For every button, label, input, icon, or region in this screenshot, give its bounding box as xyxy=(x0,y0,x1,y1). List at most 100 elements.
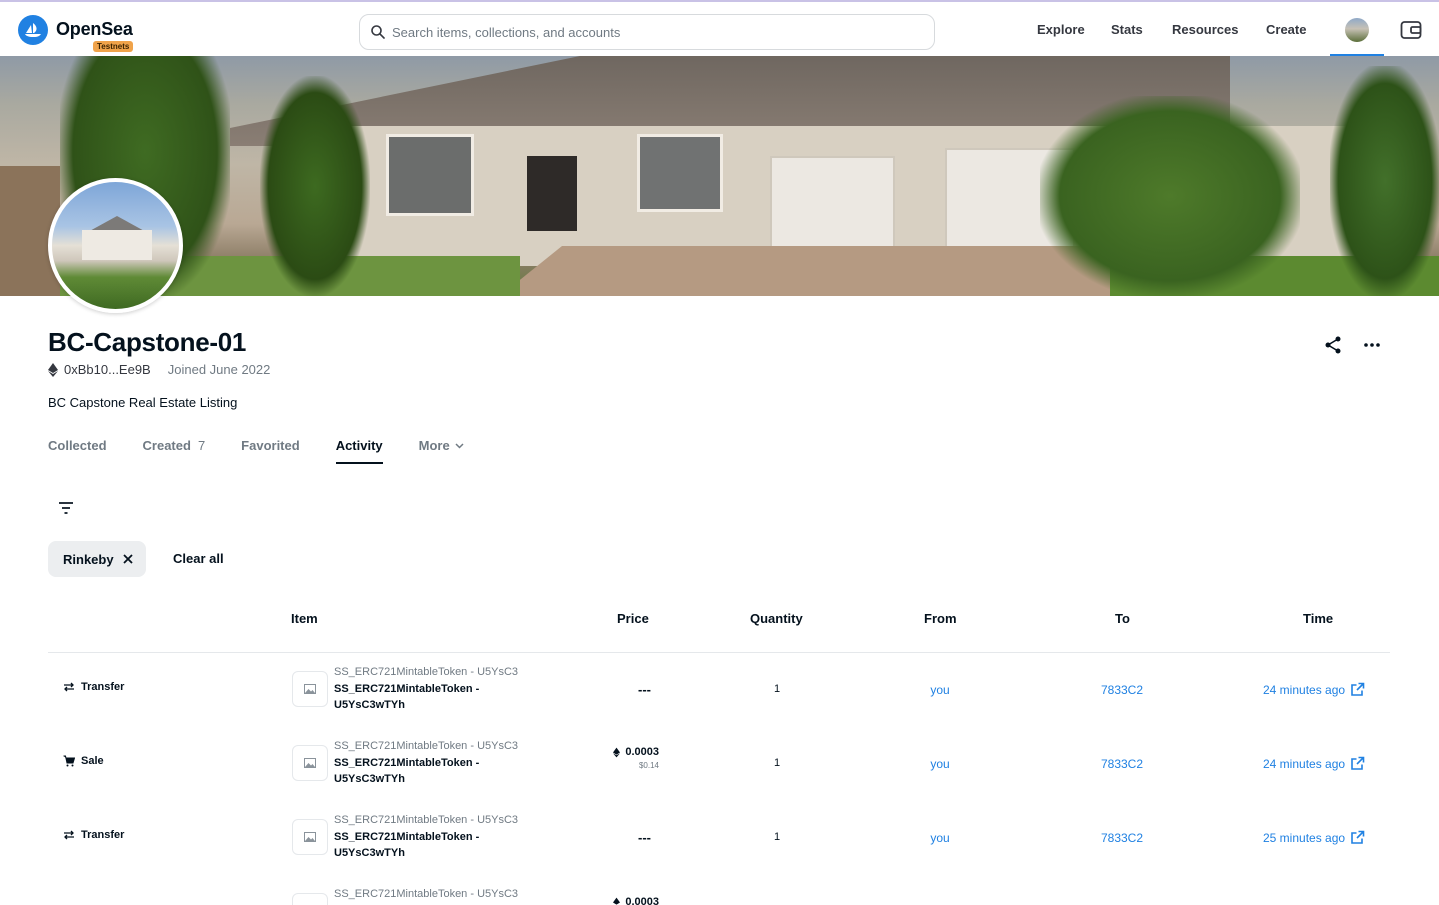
wallet-address[interactable]: 0xBb10...Ee9B xyxy=(64,362,151,377)
tab-label: Collected xyxy=(48,438,107,453)
item-name[interactable]: SS_ERC721MintableToken - U5YsC3wTYh xyxy=(334,755,534,787)
ethereum-icon xyxy=(48,362,58,377)
from-link[interactable]: you xyxy=(920,831,960,845)
tab-count: 7 xyxy=(197,438,206,453)
transfer-icon xyxy=(64,682,74,692)
nav-stats[interactable]: Stats xyxy=(1111,22,1143,37)
image-placeholder-icon xyxy=(304,684,316,694)
table-row: Sale SS_ERC721MintableToken - U5YsC3 SS_… xyxy=(48,727,1390,801)
column-header-item: Item xyxy=(291,611,318,626)
price-eth: 0.0003 xyxy=(606,896,659,905)
joined-date: Joined June 2022 xyxy=(167,362,271,377)
event-type: Transfer xyxy=(63,829,124,841)
item-info[interactable]: SS_ERC721MintableToken - U5YsC3 SS_ERC72… xyxy=(334,666,534,713)
nav-explore[interactable]: Explore xyxy=(1037,22,1085,37)
event-label: Transfer xyxy=(81,829,125,841)
profile-description: BC Capstone Real Estate Listing xyxy=(48,395,238,410)
item-thumbnail[interactable] xyxy=(292,671,328,707)
price-eth-value: 0.0003 xyxy=(625,746,659,758)
transfer-icon xyxy=(64,830,74,840)
clear-all-button[interactable]: Clear all xyxy=(173,551,224,566)
account-avatar[interactable] xyxy=(1345,18,1369,42)
more-options-icon[interactable] xyxy=(1361,334,1383,356)
item-info[interactable]: SS_ERC721MintableToken - U5YsC3 SS_ERC72… xyxy=(334,740,534,787)
search-bar[interactable] xyxy=(359,14,935,50)
price-usd: $0.14 xyxy=(638,761,659,770)
item-thumbnail[interactable] xyxy=(292,745,328,781)
filter-chip-rinkeby[interactable]: Rinkeby xyxy=(48,541,146,577)
column-header-from: From xyxy=(924,611,957,626)
profile-avatar xyxy=(48,178,183,313)
wallet-icon[interactable] xyxy=(1400,20,1422,40)
image-placeholder-icon xyxy=(304,758,316,768)
item-info[interactable]: SS_ERC721MintableToken - U5YsC3 xyxy=(334,888,534,900)
time-label: 24 minutes ago xyxy=(1263,682,1346,697)
testnets-badge: Testnets xyxy=(93,41,134,52)
to-link[interactable]: 7833C2 xyxy=(1098,831,1146,845)
column-header-time: Time xyxy=(1303,611,1334,626)
close-icon[interactable] xyxy=(122,554,133,564)
time-link[interactable]: 24 minutes ago xyxy=(1263,682,1365,697)
tab-label: Favorited xyxy=(241,438,300,453)
tab-label: Activity xyxy=(335,438,383,453)
item-thumbnail[interactable] xyxy=(292,819,328,855)
price-eth-value: 0.0003 xyxy=(625,896,659,905)
tab-activity[interactable]: Activity xyxy=(335,438,383,464)
column-header-price: Price xyxy=(617,611,649,626)
quantity: 1 xyxy=(773,757,781,769)
profile-meta-row: 0xBb10...Ee9B Joined June 2022 xyxy=(48,362,270,377)
quantity: 1 xyxy=(773,683,781,695)
chevron-down-icon xyxy=(455,442,464,449)
search-input[interactable] xyxy=(392,15,922,49)
share-icon[interactable] xyxy=(1322,334,1344,356)
chip-label: Rinkeby xyxy=(63,551,114,567)
item-collection[interactable]: SS_ERC721MintableToken - U5YsC3 xyxy=(334,814,534,826)
filter-icon[interactable] xyxy=(56,499,76,517)
item-collection[interactable]: SS_ERC721MintableToken - U5YsC3 xyxy=(334,666,534,678)
event-label: Sale xyxy=(81,755,104,767)
nav-create[interactable]: Create xyxy=(1266,22,1306,37)
tab-favorited[interactable]: Favorited xyxy=(241,438,300,464)
search-icon xyxy=(371,25,385,39)
event-type: Transfer xyxy=(63,681,124,693)
tab-label: More xyxy=(418,438,450,453)
price-empty: --- xyxy=(638,682,651,697)
opensea-logo-icon[interactable] xyxy=(18,15,48,45)
tab-more[interactable]: More xyxy=(419,438,464,464)
tab-collected[interactable]: Collected xyxy=(48,438,107,464)
table-row: Transfer SS_ERC721MintableToken - U5YsC3… xyxy=(48,801,1390,875)
item-thumbnail[interactable] xyxy=(292,893,328,905)
top-navigation-bar: OpenSea Testnets Explore Stats Resources… xyxy=(0,0,1439,57)
tab-created[interactable]: Created 7 xyxy=(143,438,206,464)
to-link[interactable]: 7833C2 xyxy=(1098,757,1146,771)
table-row: SS_ERC721MintableToken - U5YsC3 0.0003 xyxy=(48,875,1390,905)
item-name[interactable]: SS_ERC721MintableToken - U5YsC3wTYh xyxy=(334,829,534,861)
time-link[interactable]: 24 minutes ago xyxy=(1263,756,1365,771)
item-collection[interactable]: SS_ERC721MintableToken - U5YsC3 xyxy=(334,888,534,900)
time-label: 25 minutes ago xyxy=(1263,830,1346,845)
ethereum-icon xyxy=(613,747,621,757)
external-link-icon xyxy=(1351,682,1365,696)
to-link[interactable]: 7833C2 xyxy=(1098,683,1146,697)
price-eth: 0.0003 xyxy=(606,746,659,758)
profile-tabs: Collected Created 7 Favorited Activity Mo… xyxy=(48,438,500,464)
column-header-quantity: Quantity xyxy=(750,611,803,626)
external-link-icon xyxy=(1351,756,1365,770)
image-placeholder-icon xyxy=(304,832,316,842)
ethereum-icon xyxy=(613,897,621,905)
event-label: Transfer xyxy=(81,681,125,693)
profile-name: BC-Capstone-01 xyxy=(48,327,247,357)
time-link[interactable]: 25 minutes ago xyxy=(1263,830,1365,845)
price-empty: --- xyxy=(638,830,651,845)
brand-name[interactable]: OpenSea xyxy=(56,19,133,40)
nav-resources[interactable]: Resources xyxy=(1172,22,1238,37)
table-row: Transfer SS_ERC721MintableToken - U5YsC3… xyxy=(48,653,1390,727)
profile-banner-image xyxy=(0,56,1439,296)
tab-label: Created xyxy=(142,438,191,453)
item-name[interactable]: SS_ERC721MintableToken - U5YsC3wTYh xyxy=(334,681,534,713)
from-link[interactable]: you xyxy=(920,757,960,771)
quantity: 1 xyxy=(773,831,781,843)
item-collection[interactable]: SS_ERC721MintableToken - U5YsC3 xyxy=(334,740,534,752)
item-info[interactable]: SS_ERC721MintableToken - U5YsC3 SS_ERC72… xyxy=(334,814,534,861)
from-link[interactable]: you xyxy=(920,683,960,697)
